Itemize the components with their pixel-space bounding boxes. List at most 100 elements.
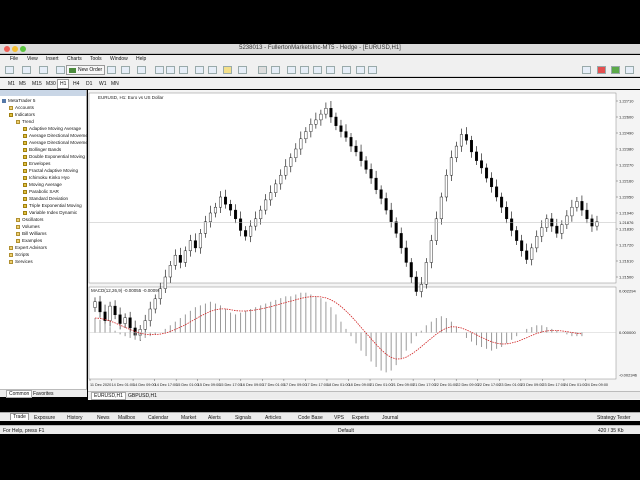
tree-item-indicators[interactable]: Indicators xyxy=(9,112,35,117)
new-order-button[interactable]: New Order xyxy=(66,65,106,75)
tile-windows-icon[interactable] xyxy=(179,66,188,74)
timeframe-d1[interactable]: D1 xyxy=(83,79,95,89)
chart-shift-icon[interactable] xyxy=(208,66,217,74)
crosshair-icon[interactable] xyxy=(271,66,280,74)
market-icon[interactable] xyxy=(611,66,620,74)
menu-insert[interactable]: Insert xyxy=(46,56,59,62)
candlestick-icon[interactable] xyxy=(121,66,130,74)
candle-body xyxy=(158,288,162,300)
profiles-icon[interactable] xyxy=(22,66,31,74)
toolbox-tab-mailbox[interactable]: Mailbox xyxy=(118,415,135,421)
tree-item-triple-exponential-moving[interactable]: Triple Exponential Moving xyxy=(23,203,82,208)
toolbox-tab-code-base[interactable]: Code Base xyxy=(298,415,323,421)
timeframe-m5[interactable]: M5 xyxy=(16,79,29,89)
candle-body xyxy=(269,192,273,201)
tree-item-bill-williams[interactable]: Bill Williams xyxy=(16,231,47,236)
timeframe-h4[interactable]: H4 xyxy=(70,79,82,89)
zoom-out-icon[interactable] xyxy=(166,66,175,74)
signals-icon[interactable] xyxy=(597,66,606,74)
candle-body xyxy=(153,298,157,310)
cursor-icon[interactable] xyxy=(258,66,267,74)
tree-item-ichimoku-kinko-hyo[interactable]: Ichimoku Kinko Hyo xyxy=(23,175,70,180)
menu-view[interactable]: View xyxy=(27,56,38,62)
chart-window[interactable]: EURUSD, H1: Euro vs US Dollar MACD(12,26,… xyxy=(88,90,640,400)
toolbox-tab-exposure[interactable]: Exposure xyxy=(34,415,55,421)
tree-item-average-directional-movement[interactable]: Average Directional Movement xyxy=(23,133,92,138)
new-chart-icon[interactable] xyxy=(5,66,14,74)
tree-item-bollinger-bands[interactable]: Bollinger Bands xyxy=(23,147,61,152)
candle-body xyxy=(359,151,363,161)
tree-item-double-exponential-moving[interactable]: Double Exponential Moving xyxy=(23,154,85,159)
candle-body xyxy=(469,140,473,153)
toolbox-tab-history[interactable]: History xyxy=(67,415,83,421)
line-chart-icon[interactable] xyxy=(137,66,146,74)
candle-body xyxy=(163,276,167,289)
templates-icon[interactable] xyxy=(238,66,247,74)
menu-tools[interactable]: Tools xyxy=(90,56,102,62)
candle-body xyxy=(515,230,519,241)
toolbox-tab-journal[interactable]: Journal xyxy=(382,415,398,421)
tab-favorites[interactable]: Favorites xyxy=(33,391,54,397)
toolbox-tab-trade[interactable]: Trade xyxy=(10,413,29,420)
chart-window-icon[interactable] xyxy=(39,66,48,74)
toolbox-tab-vps[interactable]: VPS xyxy=(334,415,344,421)
menu-help[interactable]: Help xyxy=(136,56,146,62)
toolbox-tab-alerts[interactable]: Alerts xyxy=(208,415,221,421)
indicators-icon[interactable] xyxy=(223,66,232,74)
toolbox-tab-news[interactable]: News xyxy=(97,415,110,421)
tree-item-scripts[interactable]: Scripts xyxy=(9,252,29,257)
tree-item-label: Average Directional Movement xyxy=(29,133,92,138)
tree-root[interactable]: MetaTrader 5 xyxy=(2,98,35,103)
algo-trading-icon[interactable] xyxy=(582,66,591,74)
toolbox-tab-market[interactable]: Market xyxy=(181,415,196,421)
macd-header: MACD(12,26,9) -0.00055 -0.00099 xyxy=(91,288,161,293)
menu-window[interactable]: Window xyxy=(110,56,128,62)
tree-item-moving-average[interactable]: Moving Average xyxy=(23,182,62,187)
tree-item-average-directional-movement[interactable]: Average Directional Movement xyxy=(23,140,92,145)
channel-icon[interactable] xyxy=(326,66,335,74)
price-tick-label: 1.22710 xyxy=(619,99,634,104)
tree-item-standard-deviation[interactable]: Standard Deviation xyxy=(23,196,68,201)
shapes-icon[interactable] xyxy=(368,66,377,74)
candle-body xyxy=(123,317,127,324)
tree-item-expert-advisors[interactable]: Expert Advisors xyxy=(9,245,47,250)
strategy-tester-tab[interactable]: Strategy Tester xyxy=(597,415,631,421)
navigator-tabs: Common Favorites xyxy=(0,389,87,398)
macd-pane xyxy=(88,286,617,380)
tree-item-fractal-adaptive-moving[interactable]: Fractal Adaptive Moving xyxy=(23,168,78,173)
menu-file[interactable]: File xyxy=(10,56,18,62)
tree-item-envelopes[interactable]: Envelopes xyxy=(23,161,50,166)
timeframe-mn[interactable]: MN xyxy=(108,79,122,89)
bar-chart-icon[interactable] xyxy=(107,66,116,74)
vertical-line-icon[interactable] xyxy=(287,66,296,74)
market-watch-icon[interactable] xyxy=(56,66,65,74)
timeframe-h1[interactable]: H1 xyxy=(57,79,70,89)
autoscroll-icon[interactable] xyxy=(195,66,204,74)
tree-item-oscillators[interactable]: Oscillators xyxy=(16,217,43,222)
text-icon[interactable] xyxy=(356,66,365,74)
toolbox-tab-signals[interactable]: Signals xyxy=(235,415,251,421)
trendline-icon[interactable] xyxy=(313,66,322,74)
fibonacci-icon[interactable] xyxy=(342,66,351,74)
tab-common[interactable]: Common xyxy=(6,390,33,398)
search-icon[interactable] xyxy=(625,66,634,74)
toolbox-tab-calendar[interactable]: Calendar xyxy=(148,415,168,421)
toolbox-tab-articles[interactable]: Articles xyxy=(265,415,281,421)
tree-item-services[interactable]: Services xyxy=(9,259,33,264)
chart-canvas[interactable]: EURUSD, H1: Euro vs US Dollar MACD(12,26,… xyxy=(88,90,640,391)
tree-item-variable-index-dynamic[interactable]: Variable Index Dynamic xyxy=(23,210,77,215)
menu-charts[interactable]: Charts xyxy=(67,56,82,62)
horizontal-line-icon[interactable] xyxy=(300,66,309,74)
tree-item-volumes[interactable]: Volumes xyxy=(16,224,40,229)
toolbox-tab-experts[interactable]: Experts xyxy=(352,415,369,421)
tree-item-trend[interactable]: Trend xyxy=(16,119,34,124)
tree-item-accounts[interactable]: Accounts xyxy=(9,105,34,110)
tree-item-parabolic-sar[interactable]: Parabolic SAR xyxy=(23,189,59,194)
chart-tab-gbpusd[interactable]: GBPUSD,H1 xyxy=(128,393,157,399)
indicator-icon xyxy=(23,175,27,180)
tree-item-adaptive-moving-average[interactable]: Adaptive Moving Average xyxy=(23,126,81,131)
tree-item-label: Triple Exponential Moving xyxy=(29,203,82,208)
zoom-in-icon[interactable] xyxy=(155,66,164,74)
tree-item-examples[interactable]: Examples xyxy=(16,238,42,243)
chart-tab-eurusd[interactable]: EURUSD,H1 xyxy=(91,392,126,400)
